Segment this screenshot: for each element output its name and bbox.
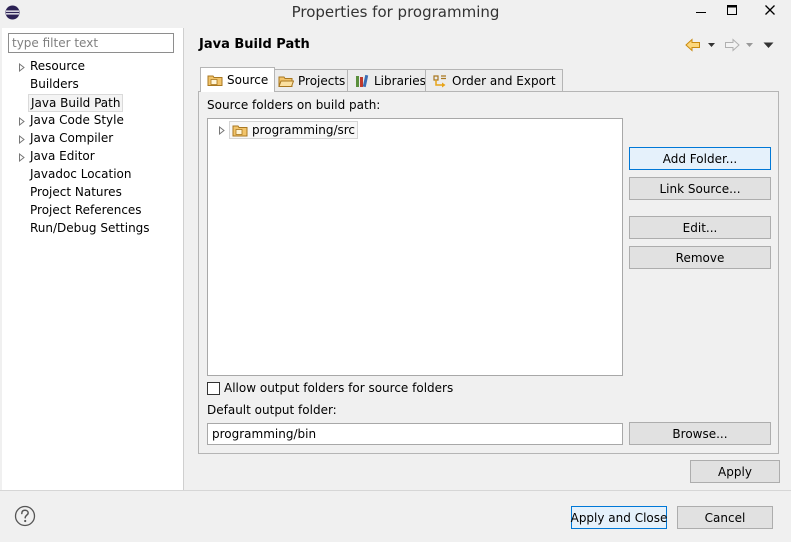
default-output-folder-label: Default output folder:	[207, 403, 337, 417]
view-menu-chevron-down-icon[interactable]	[763, 37, 774, 53]
expand-arrow-icon[interactable]	[18, 63, 26, 72]
order-export-icon	[433, 74, 446, 87]
close-icon	[764, 5, 775, 15]
tree-item-project-natures[interactable]: Project Natures	[28, 184, 124, 202]
close-button[interactable]	[748, 0, 791, 20]
package-folder-icon	[232, 125, 248, 136]
remove-button[interactable]: Remove	[629, 246, 771, 269]
forward-menu-chevron-down-icon[interactable]	[745, 37, 754, 53]
expand-arrow-icon[interactable]	[18, 153, 26, 162]
tab-projects-label: Projects	[298, 73, 346, 88]
tree-item-javadoc-location[interactable]: Javadoc Location	[28, 166, 133, 184]
source-folder-entry[interactable]: programming/src	[229, 121, 359, 139]
source-tab-panel: Source folders on build path: programmin…	[198, 91, 779, 454]
footer-separator	[0, 490, 791, 491]
tab-libraries[interactable]: Libraries	[347, 69, 433, 91]
browse-button[interactable]: Browse...	[629, 422, 771, 445]
tab-order-and-export-label: Order and Export	[452, 73, 556, 88]
help-icon[interactable]	[14, 505, 36, 527]
apply-button[interactable]: Apply	[690, 460, 780, 483]
libraries-icon	[356, 74, 369, 87]
allow-output-folders-checkbox[interactable]	[207, 382, 220, 395]
list-item[interactable]: programming/src	[218, 121, 359, 139]
cancel-button[interactable]: Cancel	[677, 506, 773, 529]
tree-item-run-debug-settings[interactable]: Run/Debug Settings	[28, 220, 152, 238]
tree-item-project-references[interactable]: Project References	[28, 202, 144, 220]
tab-source-label: Source	[227, 73, 269, 87]
minimize-button[interactable]	[686, 0, 716, 20]
expand-arrow-icon[interactable]	[218, 125, 226, 135]
expand-arrow-icon[interactable]	[18, 135, 26, 144]
tab-libraries-label: Libraries	[374, 73, 426, 88]
edit-button[interactable]: Edit...	[629, 216, 771, 239]
source-folders-label: Source folders on build path:	[207, 98, 381, 112]
source-folder-name: programming/src	[252, 123, 356, 137]
back-menu-chevron-down-icon[interactable]	[707, 37, 716, 53]
tab-projects[interactable]: Projects	[271, 69, 353, 91]
maximize-icon	[727, 5, 737, 15]
projects-folder-icon	[278, 76, 294, 87]
tab-source[interactable]: Source	[200, 67, 276, 92]
tree-item-resource[interactable]: Resource	[28, 58, 87, 76]
filter-input[interactable]	[8, 33, 174, 53]
link-source-button[interactable]: Link Source...	[629, 177, 771, 200]
tab-order-and-export[interactable]: Order and Export	[425, 69, 563, 91]
add-folder-button[interactable]: Add Folder...	[629, 147, 771, 170]
source-folder-icon	[207, 75, 223, 86]
minimize-icon	[696, 12, 706, 13]
tree-item-java-code-style[interactable]: Java Code Style	[28, 112, 126, 130]
tree-item-java-build-path[interactable]: Java Build Path	[28, 94, 124, 112]
properties-navigation-panel: Resource Builders Java Build Path Java C…	[2, 28, 184, 490]
allow-output-folders-label[interactable]: Allow output folders for source folders	[224, 381, 453, 395]
tree-item-java-editor[interactable]: Java Editor	[28, 148, 97, 166]
default-output-folder-field[interactable]: programming/bin	[207, 423, 623, 445]
expand-arrow-icon[interactable]	[18, 117, 26, 126]
property-page: Java Build Path Source Projects Librarie…	[185, 28, 791, 490]
window-title: Properties for programming	[291, 3, 500, 21]
source-folders-list[interactable]: programming/src	[207, 118, 623, 376]
title-bar: Properties for programming	[0, 0, 791, 26]
back-arrow-icon[interactable]	[685, 37, 701, 53]
tree-item-java-compiler[interactable]: Java Compiler	[28, 130, 115, 148]
apply-and-close-button[interactable]: Apply and Close	[571, 506, 667, 529]
forward-arrow-icon[interactable]	[724, 37, 740, 53]
maximize-button[interactable]	[718, 0, 746, 20]
tree-item-builders[interactable]: Builders	[28, 76, 81, 94]
page-title: Java Build Path	[199, 37, 310, 52]
